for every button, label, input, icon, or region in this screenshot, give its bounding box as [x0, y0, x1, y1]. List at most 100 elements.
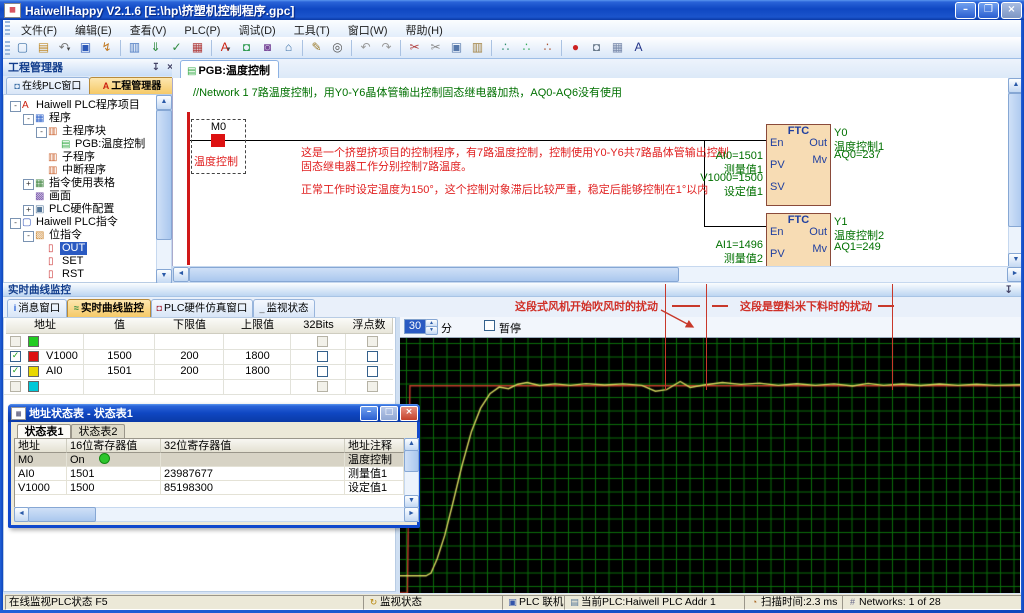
- copy-icon[interactable]: ▣: [447, 38, 466, 57]
- float-vscroll-thumb[interactable]: [404, 450, 419, 472]
- paste-icon[interactable]: ▥: [468, 38, 487, 57]
- tree-item-画面[interactable]: ▩画面: [6, 190, 156, 203]
- open-file-icon[interactable]: ▤: [34, 38, 53, 57]
- tree-item-RST[interactable]: ▯RST: [6, 268, 156, 281]
- tree-item-位指令[interactable]: -▧位指令: [6, 229, 156, 242]
- collapse-icon[interactable]: -: [10, 101, 21, 112]
- collapse-icon[interactable]: -: [10, 218, 21, 229]
- curve-color-swatch[interactable]: [28, 351, 39, 362]
- menu-item-w[interactable]: 窗口(W): [339, 20, 397, 37]
- minimize-button[interactable]: –: [955, 2, 976, 19]
- float-minimize-button[interactable]: –: [360, 406, 378, 421]
- float-checkbox[interactable]: [367, 366, 378, 377]
- bits32-checkbox[interactable]: [317, 351, 328, 362]
- bits32-checkbox[interactable]: [317, 381, 328, 392]
- append-network-icon[interactable]: ∴: [517, 38, 536, 57]
- contact-selection-box[interactable]: M0 温度控制: [191, 119, 246, 174]
- expand-icon[interactable]: +: [23, 205, 34, 216]
- tree-item-SET[interactable]: ▯SET: [6, 255, 156, 268]
- tab-status-table-2[interactable]: 状态表2: [71, 424, 125, 439]
- program-table-icon[interactable]: ▦: [188, 38, 207, 57]
- editor-scroll-left-icon[interactable]: ◄: [173, 267, 189, 282]
- float-maximize-button[interactable]: □: [380, 406, 398, 421]
- float-scroll-right-icon[interactable]: ►: [404, 507, 419, 522]
- tab-curve-monitor[interactable]: ≈实时曲线监控: [67, 299, 151, 317]
- editor-hscroll-thumb[interactable]: [189, 267, 679, 282]
- tab-pgb-editor[interactable]: ▤PGB:温度控制: [180, 60, 279, 79]
- tree-item-中断程序[interactable]: ▥中断程序: [6, 164, 156, 177]
- compile-icon[interactable]: ↯: [97, 38, 116, 57]
- ftc-block-1[interactable]: FTC En Out PV SV Mv: [766, 124, 831, 206]
- curve-color-swatch[interactable]: [28, 366, 39, 377]
- menu-item-h[interactable]: 帮助(H): [397, 20, 452, 37]
- collapse-icon[interactable]: -: [36, 127, 47, 138]
- ladder-editor-canvas[interactable]: //Network 1 7路温度控制，用Y0-Y6晶体管输出控制固态继电器加热，…: [172, 78, 1009, 266]
- tab-project-manager[interactable]: A工程管理器: [89, 77, 175, 94]
- address-status-titlebar[interactable]: ▦ 地址状态表 - 状态表1 – □ ×: [8, 404, 420, 422]
- address-status-window[interactable]: ▦ 地址状态表 - 状态表1 – □ × 状态表1 状态表2 地址16位寄存器值…: [8, 404, 420, 528]
- collapse-icon[interactable]: -: [23, 114, 34, 125]
- float-checkbox[interactable]: [367, 381, 378, 392]
- save-icon[interactable]: ▣: [76, 38, 95, 57]
- bits32-checkbox[interactable]: [317, 336, 328, 347]
- tab-monitor-status[interactable]: _监视状态: [253, 299, 315, 317]
- tree-scroll-up-icon[interactable]: ▲: [156, 95, 172, 110]
- row-enable-checkbox[interactable]: ✓: [10, 351, 21, 362]
- menu-item-v[interactable]: 查看(V): [121, 20, 176, 37]
- menu-item-e[interactable]: 编辑(E): [66, 20, 121, 37]
- float-checkbox[interactable]: [367, 336, 378, 347]
- menu-item-t[interactable]: 工具(T): [285, 20, 339, 37]
- menu-item-d[interactable]: 调试(D): [229, 20, 284, 37]
- insert-network-icon[interactable]: ∴: [496, 38, 515, 57]
- float-checkbox[interactable]: [367, 351, 378, 362]
- tree-item-HaiwellPLC指令[interactable]: -▢Haiwell PLC指令: [6, 216, 156, 229]
- row-enable-checkbox[interactable]: [10, 336, 21, 347]
- realtime-trend-chart[interactable]: [400, 337, 1020, 593]
- cut-rows-icon[interactable]: ✂: [426, 38, 445, 57]
- font-icon[interactable]: A: [629, 38, 648, 57]
- tab-message-window[interactable]: i消息窗口: [7, 299, 67, 317]
- tree-item-HaiwellPLC程序项目[interactable]: -AHaiwell PLC程序项目: [6, 99, 156, 112]
- plc-link-icon[interactable]: ◘: [237, 38, 256, 57]
- close-button[interactable]: ×: [1001, 2, 1022, 19]
- row-enable-checkbox[interactable]: [10, 381, 21, 392]
- pin-icon[interactable]: ↧: [149, 62, 163, 73]
- float-hscroll-thumb[interactable]: [28, 507, 96, 522]
- plc-device-icon[interactable]: ◘: [587, 38, 606, 57]
- collapse-icon[interactable]: -: [23, 231, 34, 242]
- redo-icon[interactable]: ↷: [377, 38, 396, 57]
- delete-network-icon[interactable]: ∴: [538, 38, 557, 57]
- haiwell-logo-icon[interactable]: A▾: [216, 38, 235, 57]
- verify-program-icon[interactable]: ✓: [167, 38, 186, 57]
- row-enable-checkbox[interactable]: ✓: [10, 366, 21, 377]
- tab-plc-simulator[interactable]: ◘PLC硬件仿真窗口: [151, 299, 253, 317]
- download-to-plc-icon[interactable]: ⇓: [146, 38, 165, 57]
- tree-item-PLC硬件配置[interactable]: +▣PLC硬件配置: [6, 203, 156, 216]
- tree-item-程序[interactable]: -▦程序: [6, 112, 156, 125]
- tree-item-主程序块[interactable]: -▥主程序块: [6, 125, 156, 138]
- hardware-config-icon[interactable]: ◙: [258, 38, 277, 57]
- undo-history-icon[interactable]: ↶▾: [55, 38, 74, 57]
- new-file-icon[interactable]: ▢: [13, 38, 32, 57]
- pin-icon[interactable]: ↧: [1004, 283, 1013, 297]
- undo-icon[interactable]: ↶: [356, 38, 375, 57]
- simulator-window-icon[interactable]: ⌂: [279, 38, 298, 57]
- tree-item-PGB温度控制[interactable]: ▤PGB:温度控制: [6, 138, 156, 151]
- ftc-block-2[interactable]: FTC En Out PV Mv: [766, 213, 831, 266]
- cut-icon[interactable]: ✂: [405, 38, 424, 57]
- tab-status-table-1[interactable]: 状态表1: [17, 424, 71, 439]
- menu-item-f[interactable]: 文件(F): [12, 20, 66, 37]
- tab-online-plc-window[interactable]: ◘在线PLC窗口: [6, 77, 90, 94]
- find-icon[interactable]: ◎: [328, 38, 347, 57]
- expand-icon[interactable]: +: [23, 179, 34, 190]
- tree-item-指令使用表格[interactable]: +▦指令使用表格: [6, 177, 156, 190]
- contact-symbol[interactable]: [211, 134, 225, 147]
- curve-color-swatch[interactable]: [28, 381, 39, 392]
- tree-item-子程序[interactable]: ▥子程序: [6, 151, 156, 164]
- bits32-checkbox[interactable]: [317, 366, 328, 377]
- tree-scroll-thumb[interactable]: [156, 110, 172, 240]
- edit-network-icon[interactable]: ✎: [307, 38, 326, 57]
- program-doc-icon[interactable]: ▥: [125, 38, 144, 57]
- stop-plc-icon[interactable]: ●: [566, 38, 585, 57]
- float-close-button[interactable]: ×: [400, 406, 418, 421]
